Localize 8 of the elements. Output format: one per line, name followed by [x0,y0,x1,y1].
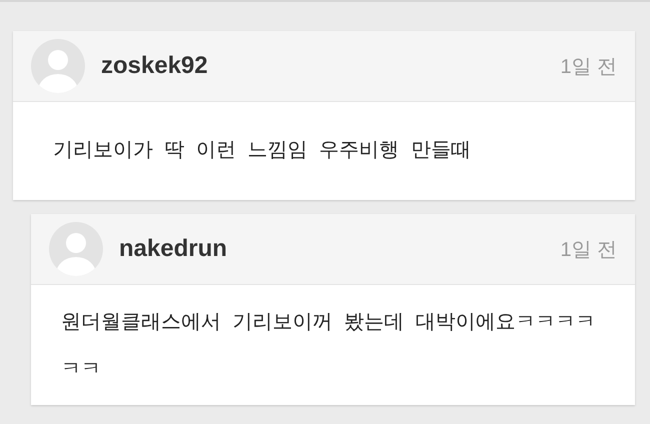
username: nakedrun [119,235,228,263]
username: zoskek92 [101,52,209,80]
timestamp: 1일 전 [560,54,617,80]
comment-text: 기리보이가 딱 이런 느낌임 우주비행 만들때 [52,138,472,163]
avatar-icon [31,39,85,93]
timestamp: 1일 전 [560,238,617,262]
avatar-icon [49,222,103,276]
comment-text: 원더월클래스에서 기리보이꺼 봤는데 대박이에요ㅋㅋㅋㅋㅋㅋ [60,310,597,382]
